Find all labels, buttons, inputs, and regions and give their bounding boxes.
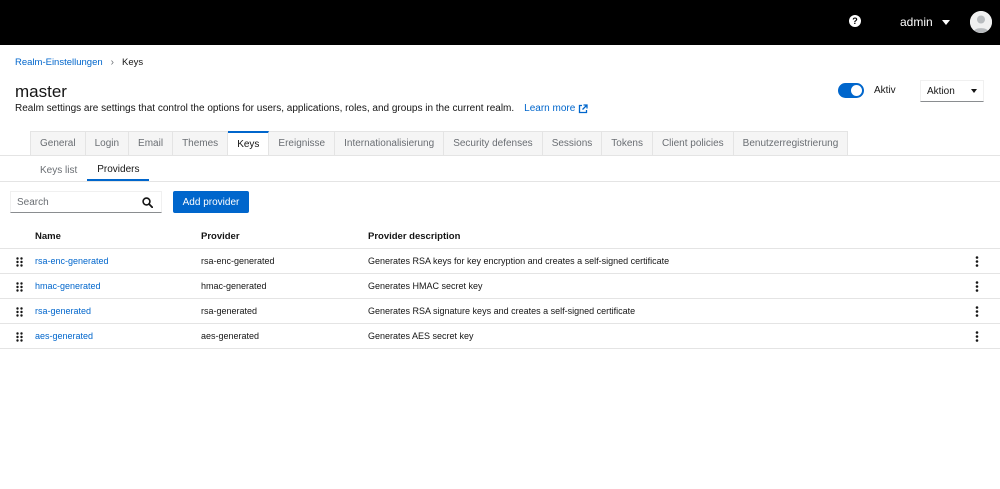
enabled-label: Aktiv [874,85,896,96]
provider-name-link[interactable]: rsa-generated [35,299,91,324]
provider-type: rsa-enc-generated [201,256,275,266]
drag-handle-icon[interactable] [16,307,23,317]
chevron-right-icon: › [110,57,115,68]
caret-down-icon [971,89,977,93]
tab-events[interactable]: Ereignisse [269,131,336,156]
kebab-menu-icon[interactable] [975,306,979,317]
breadcrumb-current: Keys [122,57,144,68]
tab-keys[interactable]: Keys [228,131,270,156]
tab-general[interactable]: General [30,131,86,156]
drag-handle-icon[interactable] [16,257,23,267]
action-dropdown-label: Aktion [927,85,955,97]
table-row: rsa-enc-generated rsa-enc-generated Gene… [0,249,1000,274]
table-row: hmac-generated hmac-generated Generates … [0,274,1000,299]
table-header: Name Provider Provider description [0,225,1000,249]
user-menu-toggle[interactable]: admin [900,14,950,30]
tab-themes[interactable]: Themes [173,131,229,156]
provider-type: rsa-generated [201,306,258,316]
learn-more-label: Learn more [524,103,576,114]
keys-subtabs: Keys list Providers [30,159,150,181]
provider-name-link[interactable]: hmac-generated [35,274,101,299]
provider-name-link[interactable]: aes-generated [35,324,93,349]
subtabs-divider [0,181,1000,182]
column-header-name[interactable]: Name [35,225,61,249]
tab-localization[interactable]: Internationalisierung [335,131,445,156]
kebab-menu-icon[interactable] [975,281,979,292]
breadcrumb-realm-settings-link[interactable]: Realm-Einstellungen [15,57,103,68]
subtab-keys-list[interactable]: Keys list [30,159,87,181]
user-avatar-icon [970,11,992,33]
tab-security-defenses[interactable]: Security defenses [444,131,543,156]
tab-client-policies[interactable]: Client policies [652,131,734,156]
username: admin [900,15,933,29]
switch-knob [851,85,862,96]
tab-tokens[interactable]: Tokens [602,131,653,156]
provider-type: aes-generated [201,331,260,341]
realm-settings-tabs: General Login Email Themes Keys Ereignis… [30,131,849,156]
tab-login[interactable]: Login [85,131,130,156]
kebab-menu-icon[interactable] [975,256,979,267]
external-link-icon [579,103,588,113]
kebab-menu-icon[interactable] [975,331,979,342]
column-header-provider[interactable]: Provider [201,225,240,249]
question-circle-icon[interactable]: ? [849,15,861,27]
search-input[interactable] [17,196,137,208]
enabled-switch-group: Aktiv [838,83,896,98]
provider-description: Generates RSA signature keys and creates… [368,306,636,316]
breadcrumb: Realm-Einstellungen › Keys [15,57,143,68]
avatar[interactable] [970,11,992,33]
page-title: master [15,82,67,101]
learn-more-link[interactable]: Learn more [524,103,588,114]
provider-description: Generates HMAC secret key [368,281,483,291]
provider-description: Generates AES secret key [368,331,474,341]
enabled-switch[interactable] [838,83,864,98]
search-icon[interactable] [142,197,153,208]
tab-email[interactable]: Email [129,131,174,156]
tab-user-registration[interactable]: Benutzerregistrierung [733,131,849,156]
search-box [10,191,162,213]
provider-type: hmac-generated [201,281,267,291]
column-header-description[interactable]: Provider description [368,225,460,249]
caret-down-icon [941,19,950,25]
description-text: Realm settings are settings that control… [15,103,515,114]
tab-sessions[interactable]: Sessions [542,131,603,156]
provider-name-link[interactable]: rsa-enc-generated [35,249,109,274]
add-provider-button[interactable]: Add provider [173,191,249,213]
subtab-providers[interactable]: Providers [87,159,150,181]
tabs-divider [0,155,1000,156]
page-description: Realm settings are settings that control… [15,103,588,114]
action-dropdown[interactable]: Aktion [920,80,984,102]
provider-description: Generates RSA keys for key encryption an… [368,256,670,266]
providers-table: Name Provider Provider description rsa-e… [0,225,1000,349]
table-row: aes-generated aes-generated Generates AE… [0,324,1000,349]
drag-handle-icon[interactable] [16,332,23,342]
table-row: rsa-generated rsa-generated Generates RS… [0,299,1000,324]
masthead: ? admin [0,0,1000,45]
drag-handle-icon[interactable] [16,282,23,292]
